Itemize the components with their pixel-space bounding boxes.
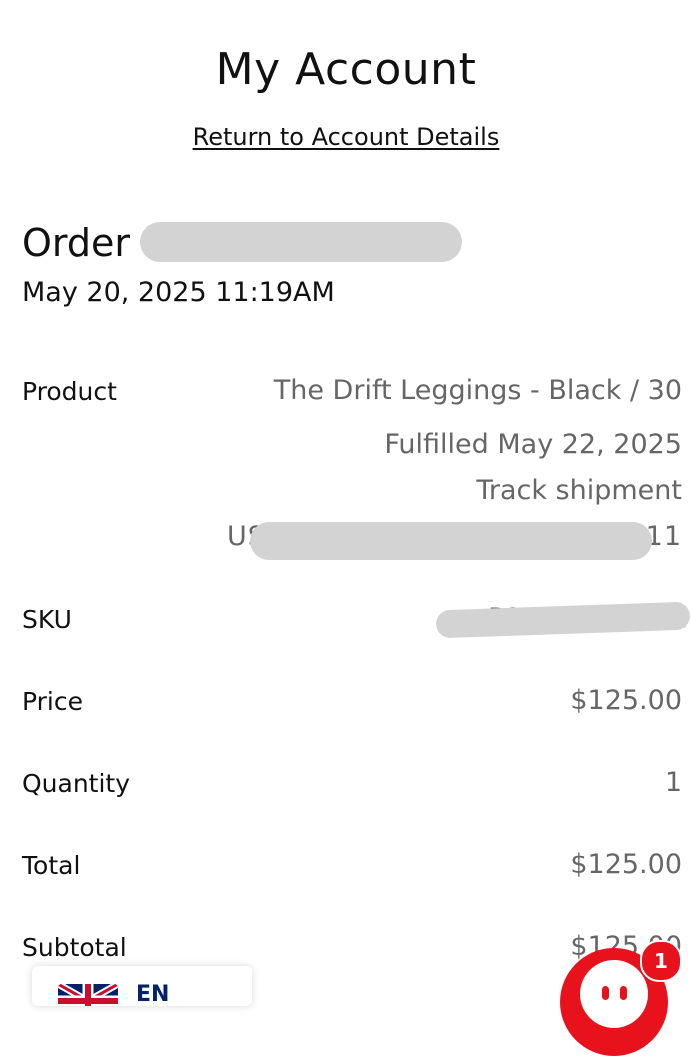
redaction-mark: [140, 222, 462, 262]
language-selector[interactable]: EN: [32, 966, 252, 1006]
order-label: Order: [22, 221, 130, 265]
uk-flag-icon: [58, 984, 118, 1006]
redaction-mark: [250, 522, 652, 560]
track-shipment-link[interactable]: Track shipment: [476, 474, 682, 508]
page-title: My Account: [215, 44, 477, 95]
chat-face-icon: [580, 960, 648, 1028]
price-value: $125.00: [570, 685, 682, 716]
return-link-container: Return to Account Details: [0, 122, 692, 152]
product-label: Product: [22, 377, 117, 406]
notification-badge: 1: [640, 940, 682, 982]
order-date: May 20, 2025 11:19AM: [22, 277, 335, 308]
fulfilled-date: Fulfilled May 22, 2025: [384, 429, 682, 460]
price-label: Price: [22, 687, 83, 716]
return-to-account-details-link[interactable]: Return to Account Details: [193, 123, 500, 151]
total-value: $125.00: [570, 849, 682, 880]
quantity-label: Quantity: [22, 769, 131, 798]
subtotal-label: Subtotal: [22, 933, 127, 962]
sku-label: SKU: [22, 605, 72, 634]
chat-eye-left: [602, 986, 609, 1000]
product-name: The Drift Leggings - Black / 30: [273, 375, 682, 406]
quantity-value: 1: [664, 767, 682, 798]
language-code: EN: [136, 982, 170, 1006]
total-label: Total: [22, 851, 81, 880]
chat-eye-right: [620, 986, 627, 1000]
